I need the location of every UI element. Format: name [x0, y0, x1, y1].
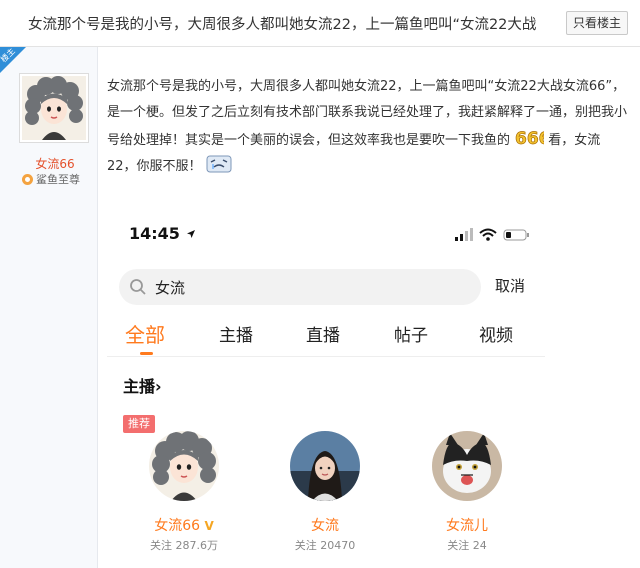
anchor-card[interactable]: 女流儿 关注 24 — [412, 431, 522, 561]
result-tabs: 全部 主播 直播 帖子 视频 — [107, 319, 547, 359]
author-badge-label: 鲨鱼至尊 — [36, 173, 80, 186]
wifi-icon — [479, 228, 497, 241]
author-badge: 鲨鱼至尊 — [22, 171, 80, 187]
op-ribbon: 楼主 — [0, 47, 26, 73]
anchor-name: 女流儿 — [446, 518, 488, 534]
anchor-avatar — [432, 431, 502, 501]
tab-videos[interactable]: 视频 — [479, 321, 513, 346]
tab-posts[interactable]: 帖子 — [394, 321, 428, 346]
search-query: 女流 — [155, 279, 186, 297]
phone-screenshot: 14:45 女流 取消 全部 主播 直播 帖子 视频 主播› 推荐 女流66 V… — [107, 215, 552, 568]
status-icons — [455, 227, 535, 241]
anchor-avatar — [290, 431, 360, 501]
tabs-divider — [107, 356, 545, 357]
svg-text:666: 666 — [515, 129, 544, 148]
tab-anchors[interactable]: 主播 — [219, 321, 253, 346]
status-time: 14:45 — [129, 224, 196, 243]
tab-live[interactable]: 直播 — [306, 321, 340, 346]
only-op-button[interactable]: 只看楼主 — [565, 11, 628, 35]
battery-icon — [503, 229, 529, 241]
location-arrow-icon — [186, 230, 195, 238]
author-column: 楼主 女流66 鲨鱼至尊 — [0, 47, 98, 568]
active-tab-indicator — [140, 352, 153, 355]
anchor-followers: 关注 20470 — [294, 539, 356, 552]
anchor-card[interactable]: 女流 关注 20470 — [270, 431, 380, 561]
thread-header: 女流那个号是我的小号，大周很多人都叫她女流22，上一篇鱼吧叫“女流22大战 只看… — [0, 0, 640, 47]
search-icon — [129, 278, 147, 300]
anchor-card[interactable]: 女流66 V 关注 287.6万 — [129, 431, 239, 561]
cancel-button[interactable]: 取消 — [495, 275, 525, 296]
signal-icon — [455, 228, 473, 241]
crying-cat-emoji-icon — [206, 154, 232, 174]
anchor-name: 女流 — [311, 518, 339, 534]
author-name[interactable]: 女流66 — [0, 155, 110, 172]
post-content: 女流那个号是我的小号，大周很多人都叫她女流22，上一篇鱼吧叫“女流22大战女流6… — [107, 74, 627, 180]
anchor-followers: 关注 287.6万 — [150, 539, 218, 552]
chevron-right-icon: › — [155, 377, 162, 396]
anchor-name: 女流66 V — [154, 518, 214, 534]
tab-all[interactable]: 全部 — [125, 319, 165, 348]
author-avatar[interactable] — [19, 73, 89, 143]
fan-badge-icon — [22, 173, 33, 185]
anchor-avatar — [149, 431, 219, 501]
anchors-section-header[interactable]: 主播› — [123, 373, 162, 397]
thread-title: 女流那个号是我的小号，大周很多人都叫她女流22，上一篇鱼吧叫“女流22大战 — [28, 17, 537, 33]
emoji-666-icon: 666 — [514, 126, 551, 150]
verified-v-icon: V — [204, 519, 214, 533]
anchor-followers: 关注 24 — [447, 539, 487, 552]
search-input[interactable]: 女流 — [119, 269, 481, 305]
